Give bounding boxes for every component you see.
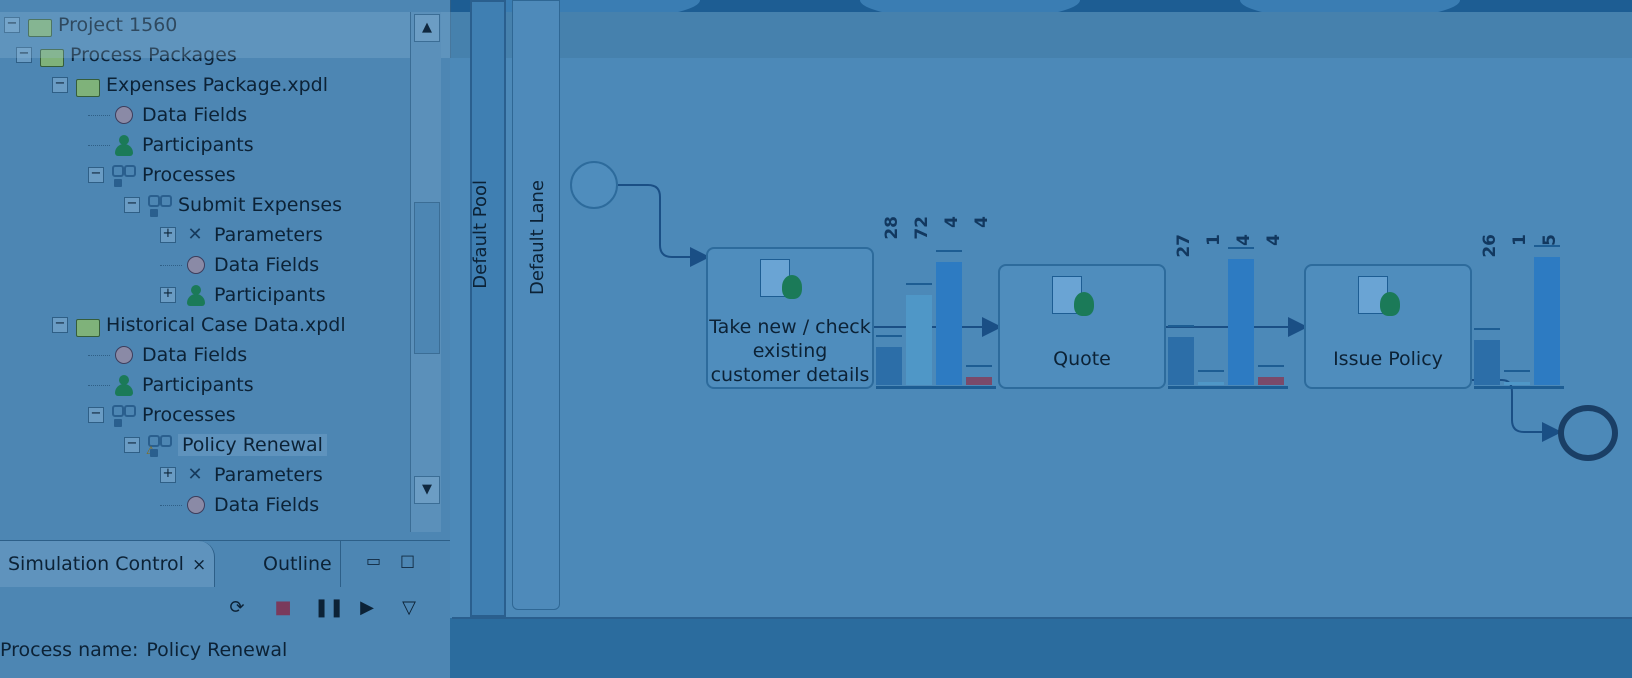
stat-bar-marker — [966, 365, 992, 367]
stat-bar-marker — [906, 283, 932, 285]
stat-bar-marker — [1228, 247, 1254, 249]
stat-bar — [936, 262, 962, 385]
stat-bar — [1474, 340, 1500, 385]
flow-start-to-task1[interactable] — [618, 184, 710, 267]
stat-bar-marker — [1504, 370, 1530, 372]
stat-count-label: 4 — [972, 216, 992, 228]
stat-bar — [1534, 257, 1560, 385]
task-quote[interactable]: Quote — [998, 264, 1166, 389]
stat-bar-marker — [876, 335, 902, 337]
bar-baseline — [1474, 386, 1564, 389]
stat-count-label: 4 — [1234, 234, 1254, 246]
stat-count-label: 4 — [942, 216, 962, 228]
bar-baseline — [1168, 386, 1288, 389]
user-task-icon — [1358, 276, 1400, 318]
stat-count-label: 4 — [1264, 234, 1284, 246]
task-take-new-customer[interactable]: Take new / check existing customer detai… — [706, 247, 874, 389]
stat-bar-marker — [1168, 325, 1194, 327]
end-event[interactable] — [1558, 405, 1618, 461]
stat-bar-marker — [1198, 370, 1224, 372]
stat-bar — [966, 377, 992, 385]
stat-count-label: 28 — [882, 216, 902, 240]
task-label: Issue Policy — [1333, 348, 1443, 370]
stat-bar — [1504, 382, 1530, 385]
stat-bar — [1258, 377, 1284, 385]
stat-count-label: 72 — [912, 216, 932, 240]
stat-bar — [1198, 382, 1224, 385]
stat-bar — [1168, 337, 1194, 385]
task-label: Take new / check existing customer detai… — [709, 316, 871, 386]
stat-count-label: 1 — [1204, 234, 1224, 246]
task-label: Quote — [1053, 348, 1111, 370]
start-event[interactable] — [570, 161, 618, 209]
stat-bar — [906, 295, 932, 385]
stat-count-label: 26 — [1480, 234, 1500, 258]
stat-bar-marker — [936, 250, 962, 252]
bar-baseline — [876, 386, 996, 389]
stat-bar-marker — [1258, 365, 1284, 367]
user-task-icon — [760, 259, 802, 301]
stat-bar-marker — [1474, 328, 1500, 330]
stat-count-label: 27 — [1174, 234, 1194, 258]
stat-count-label: 5 — [1540, 234, 1560, 246]
stat-count-label: 1 — [1510, 234, 1530, 246]
stat-bar — [876, 347, 902, 385]
stat-bar — [1228, 259, 1254, 385]
user-task-icon — [1052, 276, 1094, 318]
task-issue-policy[interactable]: Issue Policy — [1304, 264, 1472, 389]
